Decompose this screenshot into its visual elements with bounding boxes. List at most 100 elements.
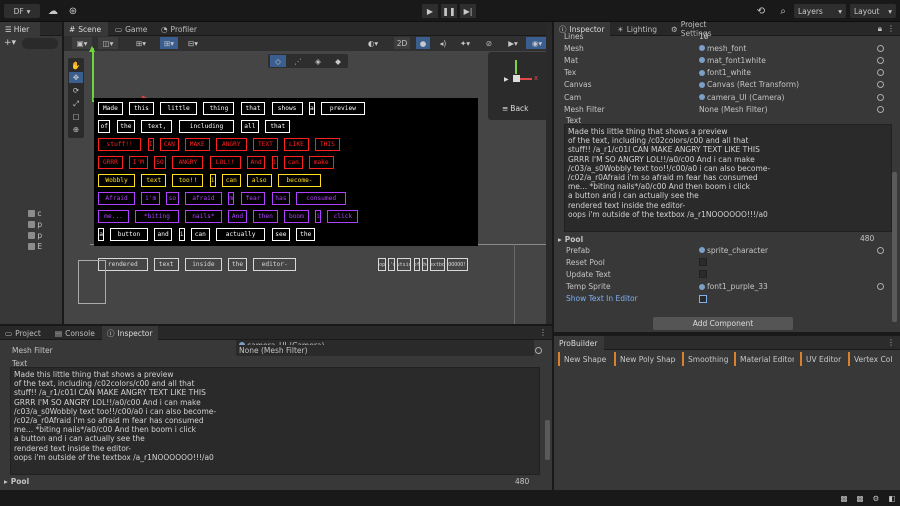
probuilder-button[interactable]: New Poly Shape: [614, 352, 676, 366]
object-picker-icon[interactable]: [877, 105, 884, 113]
checkbox[interactable]: [699, 270, 707, 279]
text-glyph-word: preview: [321, 102, 365, 115]
field-value[interactable]: None (Mesh Filter): [699, 105, 768, 114]
field-value[interactable]: mesh_font: [699, 44, 746, 53]
object-picker-icon[interactable]: [877, 44, 884, 52]
tab-hierarchy[interactable]: ☰ Hier: [0, 22, 40, 36]
field-value[interactable]: mat_font1white: [699, 56, 766, 65]
search-icon[interactable]: ⌕: [776, 4, 790, 18]
mesh-filter-field[interactable]: None (Mesh Filter): [236, 345, 534, 356]
list-item[interactable]: E: [28, 241, 62, 252]
object-picker-icon[interactable]: [877, 81, 884, 89]
text-glyph-word: then: [253, 210, 278, 223]
field-label: Show Text In Editor: [566, 294, 638, 304]
status-bar: ▩ ▩ ⚙ ◧: [0, 490, 900, 506]
chevron-down-icon: ▾: [26, 6, 31, 16]
pool-value[interactable]: 480: [860, 234, 874, 243]
probuilder-button[interactable]: Material Editor: [734, 352, 794, 366]
checkbox[interactable]: [699, 258, 707, 267]
text-glyph-word: THIS: [315, 138, 340, 151]
text-glyph-word: Afraid: [98, 192, 136, 205]
probuilder-toolbar: New Shape New Poly Shape Smoothing Material…: [554, 352, 900, 366]
bottom-pool-value[interactable]: 480: [515, 477, 529, 486]
bottom-pool-foldout[interactable]: ▸ Pool: [4, 477, 29, 486]
console-tab-label: Console: [65, 328, 95, 338]
hierarchy-item-label: p: [37, 231, 43, 240]
tab-console[interactable]: ▤ Console: [50, 326, 100, 340]
text-glyph-word: And: [228, 210, 247, 223]
bottom-text-field[interactable]: Made this little thing that shows a prev…: [10, 367, 540, 475]
object-picker-icon[interactable]: [535, 347, 542, 354]
layout-dropdown[interactable]: Layout ▾: [850, 4, 896, 18]
tab-probuilder[interactable]: ProBuilder: [554, 336, 604, 350]
probuilder-button[interactable]: UV Editor: [800, 352, 842, 366]
text-glyph-word: make: [308, 156, 334, 169]
layers-dropdown[interactable]: Layers ▾: [794, 4, 846, 18]
bottom-tabbar: ▭ Project ▤ Console ⓘ Inspector ⋮: [0, 326, 552, 340]
text-glyph-word: consumed: [296, 192, 346, 205]
hierarchy-add-button[interactable]: +▾: [4, 38, 16, 48]
inspector-field-row: Cam camera_UI (Camera): [554, 91, 894, 103]
notifications-icon[interactable]: ◧: [886, 492, 898, 504]
more-icon[interactable]: ⋮: [887, 338, 895, 347]
list-item[interactable]: p: [28, 230, 62, 241]
text-glyph-word: actually: [215, 228, 266, 241]
field-value[interactable]: Canvas (Rect Transform): [699, 80, 799, 89]
mesh-filter-value: None (Mesh Filter): [239, 346, 308, 355]
hierarchy-search-input[interactable]: [22, 38, 58, 49]
text-glyph-word: this: [129, 102, 154, 115]
add-component-button[interactable]: Add Component: [653, 317, 793, 330]
field-value-text: font1_purple_33: [707, 282, 768, 292]
account-dropdown[interactable]: DF ▾: [4, 4, 40, 18]
play-button[interactable]: ▶: [422, 4, 438, 18]
text-glyph-word: including: [178, 120, 235, 133]
text-field[interactable]: Made this little thing that shows a prev…: [564, 124, 892, 232]
probuilder-panel: ProBuilder ⋮ New Shape New Poly Shape Smoo…: [554, 336, 900, 490]
object-picker-icon[interactable]: [877, 246, 884, 254]
object-picker-icon[interactable]: [877, 69, 884, 77]
bug-icon[interactable]: ⚙: [870, 492, 882, 504]
inspector-field-row: Canvas Canvas (Rect Transform): [554, 79, 894, 91]
tab-bottom-inspector[interactable]: ⓘ Inspector: [102, 326, 158, 340]
debug-icon[interactable]: ▩: [854, 492, 866, 504]
gameobject-icon: [28, 221, 35, 228]
field-value[interactable]: sprite_character: [699, 246, 768, 255]
probuilder-button[interactable]: New Shape: [558, 352, 608, 366]
list-item[interactable]: p: [28, 219, 62, 230]
text-glyph-word: the: [116, 120, 136, 133]
field-value[interactable]: camera_UI (Camera): [699, 93, 784, 102]
text-glyph-word: that: [240, 102, 266, 115]
object-picker-icon[interactable]: [877, 283, 884, 291]
bottom-scrollbar[interactable]: [545, 420, 550, 460]
object-picker-icon[interactable]: [877, 56, 884, 64]
field-label: Prefab: [566, 245, 590, 255]
inspector-panel: ⓘ Inspector ☀ Lighting ⚙ Project Settings 🔒…: [554, 20, 900, 332]
text-glyph-word: me...: [98, 210, 129, 223]
collab-icon[interactable]: ⊛: [66, 4, 80, 18]
text-glyph-word: stuff!!: [98, 138, 142, 151]
text-glyph-word: thing: [203, 102, 235, 115]
inspector-scrollbar[interactable]: [892, 172, 897, 322]
probuilder-button[interactable]: Smoothing: [682, 352, 728, 366]
text-glyph-word: of: [413, 258, 420, 271]
cloud-icon[interactable]: ☁: [46, 4, 60, 18]
text-glyph-word: I'M: [129, 156, 148, 169]
tab-project[interactable]: ▭ Project: [0, 326, 48, 340]
text-glyph-word: GRRR: [98, 156, 123, 169]
field-value[interactable]: 10: [699, 32, 709, 41]
probuilder-button[interactable]: Vertex Col: [848, 352, 898, 366]
list-item[interactable]: c: [28, 208, 62, 219]
history-icon[interactable]: ⟲: [754, 4, 768, 18]
pause-button[interactable]: ❚❚: [441, 4, 457, 18]
field-value[interactable]: font1_purple_33: [699, 282, 768, 291]
object-picker-icon[interactable]: [877, 93, 884, 101]
inspector-field-row: Lines 10: [554, 30, 894, 42]
field-value[interactable]: font1_white: [699, 68, 751, 77]
checkbox[interactable]: [699, 294, 707, 303]
main-toolbar: DF ▾ ☁ ⊛ ▶ ❚❚ ▶| ⟲ ⌕ Layers ▾ Layout ▾: [0, 0, 900, 22]
step-button[interactable]: ▶|: [460, 4, 476, 18]
more-icon[interactable]: ⋮: [539, 328, 547, 337]
text-glyph-word: ANGRY: [215, 138, 247, 151]
scene-scrollbar[interactable]: [546, 22, 552, 324]
progress-icon[interactable]: ▩: [838, 492, 850, 504]
